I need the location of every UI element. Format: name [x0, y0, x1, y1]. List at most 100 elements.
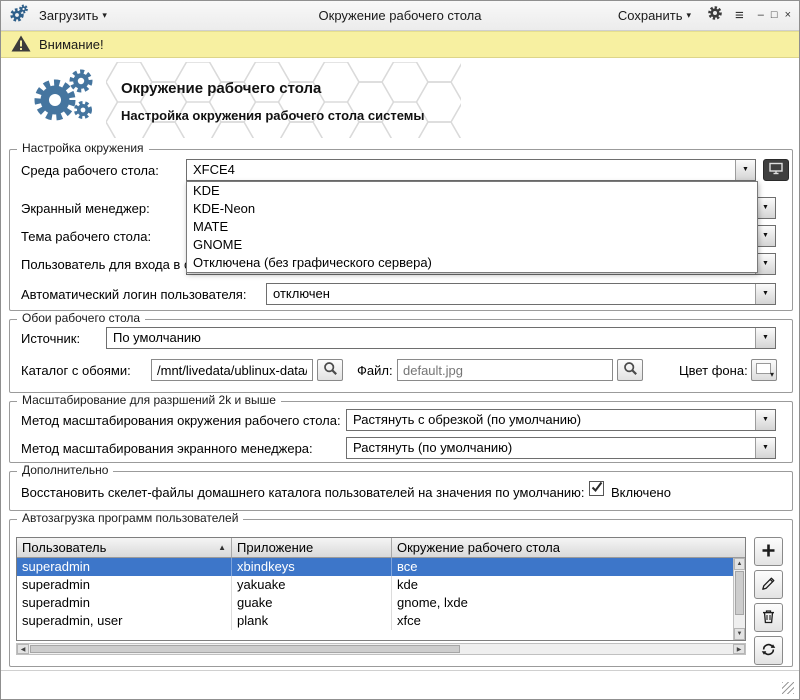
- browse-dir-button[interactable]: [317, 359, 343, 381]
- wallpaper-source-combobox[interactable]: По умолчанию ▼: [106, 327, 776, 349]
- scroll-left-icon[interactable]: ◀: [17, 644, 29, 654]
- plus-icon: [761, 543, 776, 561]
- minimize-button[interactable]: –: [758, 10, 764, 21]
- desktop-env-label: Среда рабочего стола:: [21, 163, 159, 178]
- table-row[interactable]: superadmin yakuake kde: [17, 576, 733, 594]
- chevron-down-icon[interactable]: ▼: [735, 160, 755, 180]
- chevron-down-icon[interactable]: ▼: [755, 328, 775, 348]
- skeleton-checkbox-label: Включено: [611, 485, 671, 500]
- wallpaper-source-label: Источник:: [21, 331, 80, 346]
- app-window: Загрузить ▾ Окружение рабочего стола Сох…: [0, 0, 800, 700]
- scroll-up-icon[interactable]: ▲: [734, 558, 745, 570]
- dropdown-option-kde[interactable]: KDE: [187, 182, 757, 200]
- chevron-down-icon[interactable]: ▼: [755, 254, 775, 274]
- wallpaper-dir-label: Каталог с обоями:: [21, 363, 131, 378]
- dropdown-option-kde-neon[interactable]: KDE-Neon: [187, 200, 757, 218]
- app-gears-icon: [9, 3, 29, 28]
- dropdown-option-mate[interactable]: MATE: [187, 218, 757, 236]
- autologin-label: Автоматический логин пользователя:: [21, 287, 246, 302]
- header-title: Окружение рабочего стола: [121, 80, 321, 97]
- column-header-user-label: Пользователь: [22, 540, 106, 555]
- delete-row-button[interactable]: [754, 603, 783, 632]
- refresh-icon: [761, 642, 776, 660]
- menu-icon[interactable]: ≡: [735, 7, 744, 24]
- column-header-env[interactable]: Окружение рабочего стола: [392, 538, 745, 558]
- desktop-scaling-label: Метод масштабирования окружения рабочего…: [21, 413, 341, 428]
- vertical-scrollbar[interactable]: ▲ ▼: [733, 558, 745, 640]
- desktop-scaling-value: Растянуть с обрезкой (по умолчанию): [353, 410, 753, 430]
- dropdown-option-disabled[interactable]: Отключена (без графического сервера): [187, 254, 757, 272]
- color-swatch: [756, 363, 771, 374]
- search-icon: [623, 361, 638, 379]
- warning-bar: Внимание!: [1, 31, 799, 58]
- cell-app: xbindkeys: [232, 558, 392, 576]
- chevron-down-icon[interactable]: ▼: [755, 226, 775, 246]
- load-button-label: Загрузить: [39, 8, 98, 23]
- wallpaper-source-value: По умолчанию: [113, 328, 753, 348]
- chevron-down-icon[interactable]: ▼: [755, 410, 775, 430]
- wallpaper-legend: Обои рабочего стола: [17, 311, 145, 326]
- edit-row-button[interactable]: [754, 570, 783, 599]
- column-header-app[interactable]: Приложение: [232, 538, 392, 558]
- cell-app: guake: [232, 594, 392, 612]
- save-button[interactable]: Сохранить ▾: [614, 6, 695, 25]
- column-header-user[interactable]: Пользователь ▲: [17, 538, 232, 558]
- desktop-env-details-button[interactable]: [763, 159, 789, 181]
- settings-gear-icon[interactable]: [707, 5, 723, 26]
- add-row-button[interactable]: [754, 537, 783, 566]
- table-header: Пользователь ▲ Приложение Окружение рабо…: [17, 538, 745, 558]
- close-button[interactable]: ×: [785, 10, 791, 21]
- pencil-icon: [761, 576, 776, 594]
- chevron-down-icon[interactable]: ▼: [755, 438, 775, 458]
- sort-asc-icon: ▲: [218, 538, 226, 557]
- chevron-down-icon[interactable]: ▼: [755, 198, 775, 218]
- resize-grip[interactable]: [782, 682, 794, 694]
- cell-app: yakuake: [232, 576, 392, 594]
- cell-user: superadmin, user: [17, 612, 232, 630]
- dm-scaling-combobox[interactable]: Растянуть (по умолчанию) ▼: [346, 437, 776, 459]
- desktop-env-dropdown: KDE KDE-Neon MATE GNOME Отключена (без г…: [186, 181, 758, 273]
- gears-icon: [31, 66, 97, 135]
- warning-text: Внимание!: [39, 37, 104, 52]
- page-header: Окружение рабочего стола Настройка окруж…: [1, 58, 799, 142]
- browse-file-button[interactable]: [617, 359, 643, 381]
- chevron-down-icon: ▾: [770, 370, 774, 379]
- env-settings-legend: Настройка окружения: [17, 141, 149, 156]
- load-button[interactable]: Загрузить ▾: [35, 6, 111, 25]
- dm-scaling-value: Растянуть (по умолчанию): [353, 438, 753, 458]
- horizontal-scrollbar-thumb[interactable]: [30, 645, 460, 653]
- additional-legend: Дополнительно: [17, 463, 113, 478]
- refresh-button[interactable]: [754, 636, 783, 665]
- dropdown-option-gnome[interactable]: GNOME: [187, 236, 757, 254]
- chevron-down-icon: ▾: [102, 10, 107, 21]
- table-row[interactable]: superadmin, user plank xfce: [17, 612, 733, 630]
- table-row[interactable]: superadmin guake gnome, lxde: [17, 594, 733, 612]
- scroll-right-icon[interactable]: ▶: [733, 644, 745, 654]
- horizontal-scrollbar[interactable]: ◀ ▶: [16, 643, 746, 655]
- desktop-theme-label: Тема рабочего стола:: [21, 229, 151, 244]
- desktop-env-combobox[interactable]: XFCE4 ▼: [186, 159, 756, 181]
- wallpaper-dir-input[interactable]: [151, 359, 313, 381]
- scroll-down-icon[interactable]: ▼: [734, 628, 745, 640]
- autologin-combobox[interactable]: отключен ▼: [266, 283, 776, 305]
- titlebar: Загрузить ▾ Окружение рабочего стола Сох…: [1, 1, 799, 31]
- warning-icon: [11, 35, 31, 55]
- cell-user: superadmin: [17, 576, 232, 594]
- column-header-app-label: Приложение: [237, 540, 313, 555]
- skeleton-checkbox[interactable]: [589, 481, 604, 496]
- chevron-down-icon: ▾: [686, 10, 691, 21]
- table-row[interactable]: superadmin xbindkeys все: [17, 558, 733, 576]
- login-user-label: Пользователь для входа в с: [21, 257, 190, 272]
- skeleton-label: Восстановить скелет-файлы домашнего ката…: [21, 485, 585, 500]
- cell-env: gnome, lxde: [392, 594, 733, 612]
- vertical-scrollbar-thumb[interactable]: [735, 571, 744, 615]
- chevron-down-icon[interactable]: ▼: [755, 284, 775, 304]
- wallpaper-file-input[interactable]: [397, 359, 613, 381]
- save-button-label: Сохранить: [618, 8, 683, 23]
- hexagon-pattern: [106, 62, 461, 138]
- bg-color-button[interactable]: ▾: [751, 359, 777, 381]
- maximize-button[interactable]: □: [771, 10, 778, 21]
- status-bar: [1, 670, 799, 699]
- desktop-scaling-combobox[interactable]: Растянуть с обрезкой (по умолчанию) ▼: [346, 409, 776, 431]
- dm-scaling-label: Метод масштабирования экранного менеджер…: [21, 441, 313, 456]
